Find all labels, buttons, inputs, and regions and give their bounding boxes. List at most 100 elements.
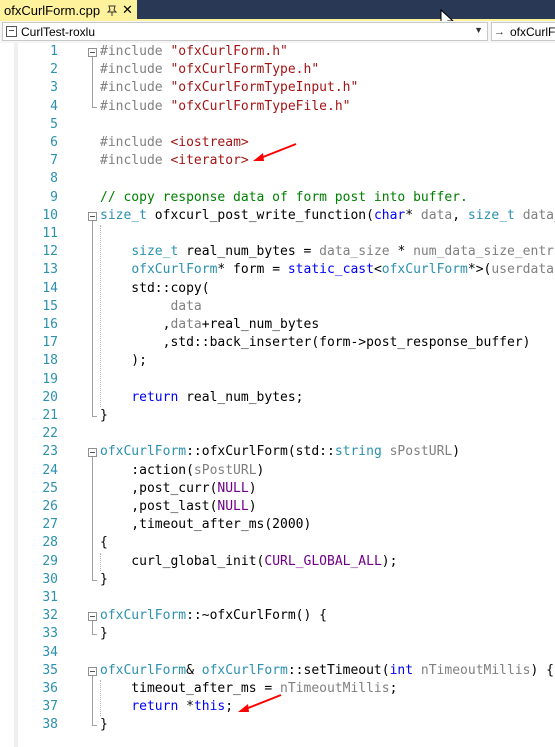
code-token: );	[381, 553, 398, 569]
code-line[interactable]: ,data+real_num_bytes	[100, 316, 320, 334]
code-line[interactable]: size_t ofxcurl_post_write_function(char*…	[100, 207, 555, 225]
code-line[interactable]: }	[100, 716, 108, 734]
outline-line	[92, 675, 93, 726]
collapse-toggle-icon[interactable]	[88, 666, 97, 676]
code-token: <	[373, 262, 382, 278]
code-token: nTimeoutMillis	[280, 681, 390, 696]
line-number: 11	[42, 226, 58, 241]
code-line[interactable]: }	[100, 571, 108, 589]
code-token: "ofxCurlFormType.h"	[170, 62, 320, 78]
selection-margin	[14, 43, 18, 747]
project-dropdown[interactable]: CurlTest-roxlu ▼	[2, 22, 488, 41]
code-token: }	[100, 571, 108, 587]
code-token: return	[131, 699, 179, 715]
code-line[interactable]: ,post_curr(NULL)	[100, 480, 256, 498]
code-line[interactable]: curl_global_init(CURL_GLOBAL_ALL);	[100, 553, 397, 571]
arrow-icon	[238, 694, 282, 712]
code-token: )	[256, 462, 265, 478]
code-token: #include	[100, 62, 171, 78]
code-line[interactable]: ofxCurlForm& ofxCurlForm::setTimeout(int…	[100, 662, 554, 680]
code-token: ;	[225, 699, 234, 715]
line-number: 26	[42, 499, 58, 514]
indent-guide	[100, 225, 102, 407]
code-token: static_cast	[287, 262, 374, 278]
code-token: sPostURL	[389, 444, 453, 460]
code-line[interactable]: #include "ofxCurlFormTypeFile.h"	[100, 98, 350, 116]
code-line[interactable]: ofxCurlForm::~ofxCurlForm() {	[100, 607, 327, 625]
code-token: &	[186, 662, 202, 678]
outline-line	[92, 220, 93, 416]
line-number: 15	[42, 298, 58, 314]
line-number: 13	[42, 262, 58, 278]
code-token: real_num_bytes;	[178, 389, 304, 405]
line-number: 18	[42, 353, 58, 369]
project-name: CurlTest-roxlu	[21, 24, 96, 39]
code-token: );	[100, 353, 147, 369]
code-token: <iterator>	[170, 153, 249, 169]
code-line[interactable]: }	[100, 407, 108, 425]
code-line[interactable]: return *this;	[100, 698, 233, 716]
code-token: num_data_size_entri	[413, 244, 555, 260]
code-token: "ofxCurlFormTypeInput.h"	[170, 80, 359, 96]
collapse-toggle-icon[interactable]	[88, 448, 97, 458]
code-line[interactable]: #include <iostream>	[100, 134, 249, 152]
line-number: 8	[50, 171, 58, 187]
collapse-toggle-icon[interactable]	[88, 48, 97, 57]
line-number: 37	[42, 699, 58, 715]
project-icon	[6, 26, 17, 37]
scope-arrow-icon: →	[494, 25, 505, 38]
code-line[interactable]: size_t real_num_bytes = data_size * num_…	[100, 243, 555, 261]
code-token: <iostream>	[170, 135, 249, 150]
close-icon[interactable]: ✕	[122, 2, 133, 18]
code-line[interactable]: // copy response data of form post into …	[100, 189, 468, 207]
code-token: data	[170, 317, 202, 332]
code-token: std::copy(	[100, 280, 210, 296]
line-number: 38	[42, 717, 58, 733]
code-line[interactable]: ,post_last(NULL)	[100, 498, 256, 516]
code-token: ,	[452, 207, 468, 223]
line-number: 34	[42, 644, 58, 660]
line-number: 19	[42, 371, 58, 387]
line-number: 1	[50, 44, 58, 59]
pin-icon[interactable]	[105, 3, 119, 17]
code-line[interactable]: }	[100, 625, 108, 643]
collapse-toggle-icon[interactable]	[88, 211, 97, 221]
code-token: CURL_GLOBAL_ALL	[264, 553, 382, 569]
line-number: 10	[42, 207, 58, 223]
code-line[interactable]: {	[100, 534, 108, 552]
code-token: curl_global_init(	[100, 553, 265, 569]
code-token: *>(	[467, 262, 492, 278]
tab-strip: ofxCurlForm.cpp ✕	[0, 0, 555, 30]
scope-dropdown[interactable]: → ofxCurlForm	[491, 22, 555, 41]
outline-end	[92, 106, 97, 108]
line-number: 35	[42, 662, 58, 678]
code-line[interactable]: ,std::back_inserter(form->post_response_…	[100, 334, 531, 352]
code-line[interactable]: #include "ofxCurlFormTypeInput.h"	[100, 79, 358, 97]
code-line[interactable]: return real_num_bytes;	[100, 389, 304, 407]
collapse-toggle-icon[interactable]	[88, 612, 97, 622]
outline-line	[92, 57, 93, 107]
code-line[interactable]: std::copy(	[100, 280, 210, 298]
code-line[interactable]: #include "ofxCurlForm.h"	[100, 43, 288, 61]
code-line[interactable]: #include "ofxCurlFormType.h"	[100, 61, 319, 79]
code-line[interactable]: ofxCurlForm::ofxCurlForm(std::string sPo…	[100, 443, 460, 461]
code-line[interactable]: ,timeout_after_ms(2000)	[100, 516, 311, 534]
code-token: real_num_bytes =	[178, 244, 320, 260]
code-token: ofxCurlForm	[100, 662, 187, 678]
chevron-down-icon[interactable]: ▼	[474, 25, 483, 35]
code-token: ) {	[530, 662, 554, 678]
code-token: +real_num_bytes	[201, 317, 320, 332]
code-line[interactable]: );	[100, 352, 147, 370]
tab-ofxcurlform-cpp[interactable]: ofxCurlForm.cpp ✕	[0, 0, 137, 21]
code-line[interactable]: data	[100, 298, 201, 316]
line-number: 17	[42, 335, 58, 351]
code-editor[interactable]: 1 #include "ofxCurlForm.h" 2 #include "ofxC…	[0, 43, 555, 747]
code-token: sPostURL	[193, 462, 257, 478]
code-line[interactable]: ofxCurlForm* form = static_cast<ofxCurlF…	[100, 261, 555, 279]
code-line[interactable]: #include <iterator>	[100, 152, 249, 170]
code-line[interactable]: :action(sPostURL)	[100, 462, 264, 480]
code-token: ofxcurl_post_write_function(	[146, 207, 374, 223]
